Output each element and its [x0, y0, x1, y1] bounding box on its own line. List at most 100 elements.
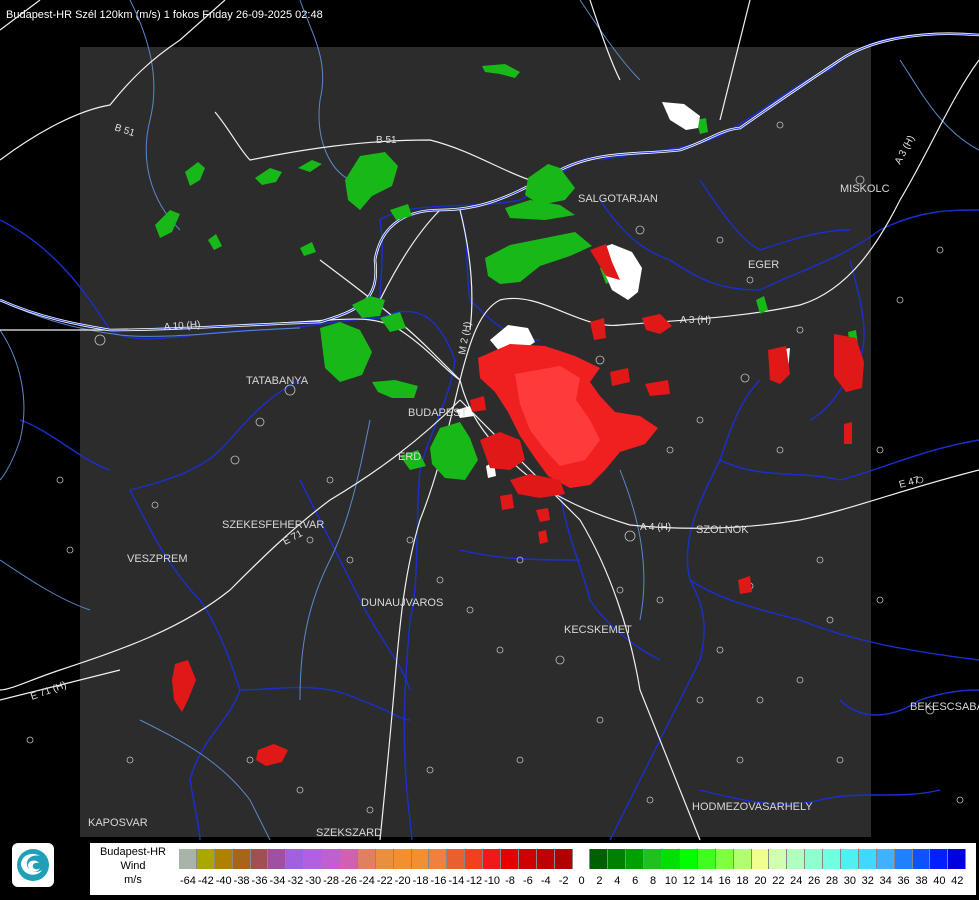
city-label: KAPOSVAR — [88, 817, 148, 829]
legend-swatch — [357, 849, 376, 869]
city-label: HODMEZOVASARHELY — [692, 801, 813, 813]
legend-swatch — [393, 849, 412, 869]
legend-tick-label: 8 — [650, 875, 657, 887]
city-label: SALGOTARJAN — [578, 193, 658, 205]
legend-swatch — [501, 849, 519, 869]
city-label: TATABANYA — [246, 375, 309, 387]
legend-tick-label: 28 — [825, 875, 839, 887]
legend-swatch — [268, 849, 287, 869]
legend-tick-label: -30 — [305, 875, 322, 887]
legend-swatch — [411, 849, 430, 869]
legend-tick-label: -14 — [448, 875, 465, 887]
legend-swatch — [286, 849, 305, 869]
road-label: A 4 (H) — [640, 522, 671, 533]
color-legend: Budapest-HR Wind m/s -64 -42 -40 -38 -36 -34-… — [90, 843, 976, 895]
city-label: EGER — [748, 259, 779, 271]
legend-swatch — [375, 849, 394, 869]
legend-swatch — [590, 849, 609, 869]
legend-swatch — [179, 849, 197, 869]
legend-tick-label: 34 — [879, 875, 892, 887]
road-label: A 3 (H) — [680, 315, 711, 326]
legend-tick-label: 42 — [951, 875, 964, 887]
legend-swatch — [465, 849, 484, 869]
legend-unit: m/s — [124, 874, 142, 886]
legend-tick-label: 6 — [632, 875, 639, 887]
legend-tick-label: -40 — [215, 875, 232, 887]
legend-tick-label: -42 — [197, 875, 214, 887]
legend-swatch — [250, 849, 269, 869]
legend-swatch — [715, 849, 734, 869]
legend-tick-label: -6 — [522, 875, 533, 887]
city-label: VESZPREM — [127, 553, 188, 565]
legend-swatch — [912, 849, 931, 869]
legend-tick-label: -2 — [558, 875, 569, 887]
legend-tick-label: -26 — [341, 875, 357, 887]
legend-tick-label: 18 — [736, 875, 749, 887]
legend-tick-label: 40 — [933, 875, 946, 887]
legend-tick-label: -18 — [412, 875, 429, 887]
legend-tick-label: 20 — [754, 875, 767, 887]
legend-swatch — [840, 849, 859, 869]
legend-tick-label: -38 — [233, 875, 250, 887]
legend-swatch — [823, 849, 841, 869]
legend-swatch — [483, 849, 502, 869]
legend-swatch — [196, 849, 215, 869]
legend-swatch — [554, 849, 573, 869]
city-label: BEKESCSABA — [910, 701, 979, 713]
city-label: SZEKSZARD — [316, 827, 382, 839]
legend-swatch — [429, 849, 448, 869]
legend-swatch — [787, 849, 806, 869]
legend-quantity: Wind — [120, 860, 146, 872]
legend-swatch — [518, 849, 537, 869]
legend-swatch — [662, 849, 680, 869]
legend-tick-label: 10 — [664, 875, 678, 887]
legend-swatch — [858, 849, 877, 869]
legend-tick-label: 4 — [614, 875, 621, 887]
legend-tick-label: -8 — [505, 875, 515, 887]
legend-tick-label: -36 — [251, 875, 268, 887]
legend-swatch — [876, 849, 895, 869]
legend-tick-label: -28 — [323, 875, 340, 887]
city-label: SZEKESFEHERVAR — [222, 519, 324, 531]
legend-swatch — [894, 849, 913, 869]
city-label: ERD — [398, 451, 421, 463]
legend-swatch — [322, 849, 341, 869]
legend-swatch — [447, 849, 466, 869]
city-label: DUNAUJVAROS — [361, 597, 443, 609]
legend-swatch — [644, 849, 663, 869]
legend-swatch — [340, 849, 358, 869]
legend-tick-label: 0 — [578, 875, 585, 887]
legend-tick-label: -34 — [269, 875, 286, 887]
legend-tick-label: 38 — [915, 875, 928, 887]
legend-tick-label: 16 — [718, 875, 731, 887]
legend-swatch — [232, 849, 251, 869]
legend-ticks: -64 -42 -40 -38 -36 -34 -32 -30 -28 -26 -24 -22 -20-… — [179, 875, 966, 889]
legend-tick-label: 22 — [772, 875, 785, 887]
legend-tick-label: 2 — [596, 875, 603, 887]
legend-tick-label: -20 — [394, 875, 411, 887]
legend-tick-label: -22 — [376, 875, 393, 887]
legend-tick-label: 14 — [700, 875, 713, 887]
road-label: B 51 — [376, 135, 397, 146]
radar-map[interactable]: SALGOTARJAN MISKOLC EGER TATABANYA BUDAP… — [0, 0, 979, 900]
city-label: SZOLNOK — [696, 524, 749, 536]
legend-swatch — [751, 849, 770, 869]
legend-swatch — [930, 849, 949, 869]
legend-title: Budapest-HR Wind m/s — [92, 845, 174, 887]
legend-tick-label: 12 — [682, 875, 695, 887]
legend-swatch — [679, 849, 698, 869]
legend-tick-label: -10 — [484, 875, 501, 887]
met-service-logo — [12, 843, 54, 887]
legend-tick-label: 24 — [790, 875, 803, 887]
legend-tick-label: 32 — [861, 875, 874, 887]
city-label: MISKOLC — [840, 183, 890, 195]
legend-swatch — [214, 849, 233, 869]
legend-swatch — [805, 849, 824, 869]
legend-swatch — [536, 849, 555, 869]
legend-swatches — [179, 849, 967, 869]
legend-tick-label: -4 — [540, 875, 551, 887]
legend-tick-label: 36 — [897, 875, 910, 887]
legend-tick-label: -12 — [466, 875, 483, 887]
legend-source: Budapest-HR — [99, 846, 167, 858]
legend-tick-label: -16 — [430, 875, 447, 887]
